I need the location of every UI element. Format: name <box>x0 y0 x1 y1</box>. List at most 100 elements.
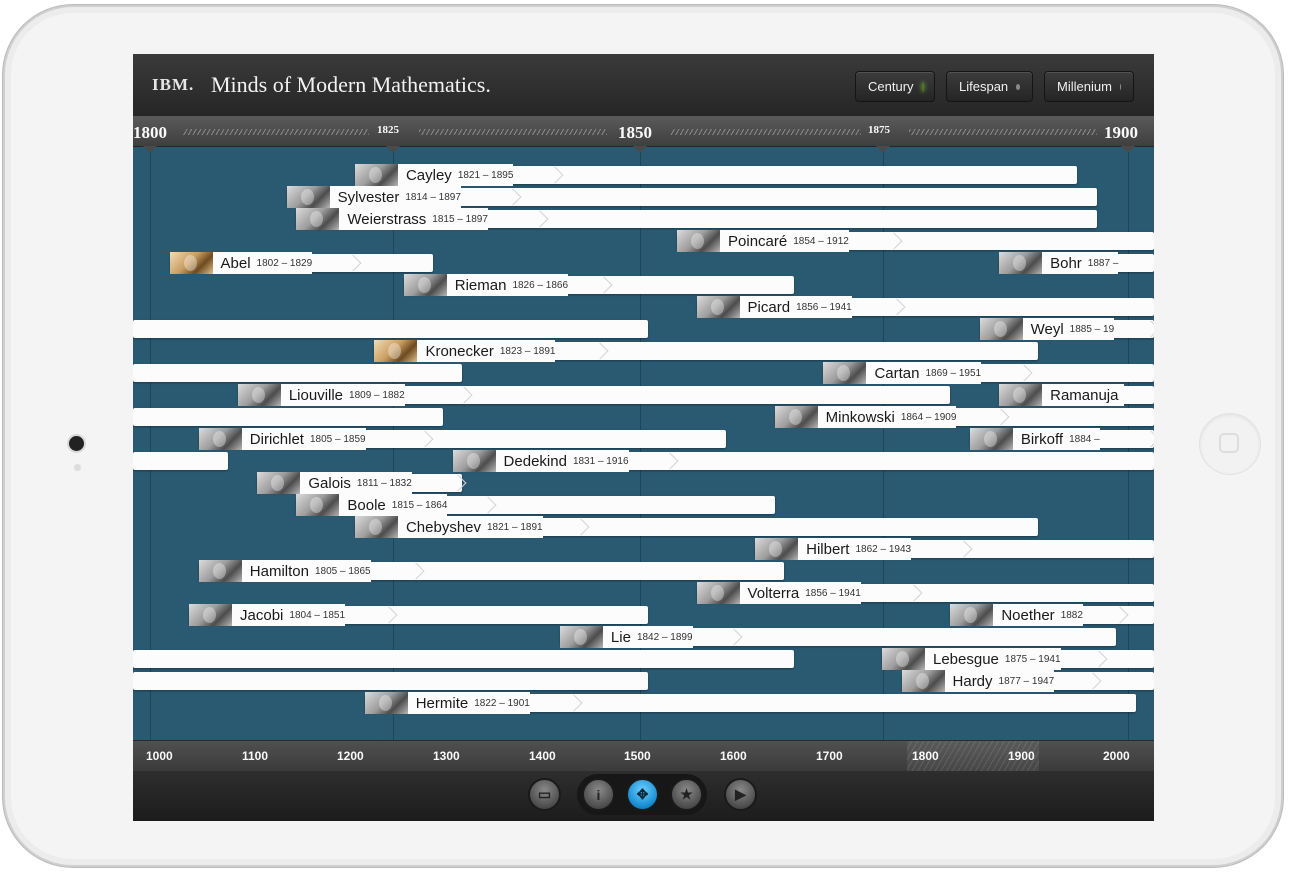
mathematician-label[interactable]: Hilbert 1862 – 1943 <box>755 538 912 560</box>
portrait-face <box>896 651 909 667</box>
millenium-view-label: Millenium <box>1057 79 1112 94</box>
mathematician-years: 1814 – 1897 <box>405 191 461 203</box>
mathematician-label[interactable]: Weierstrass 1815 – 1897 <box>296 208 488 230</box>
mathematician-label[interactable]: Kronecker 1823 – 1891 <box>374 340 556 362</box>
card-icon: ▭ <box>537 786 552 802</box>
portrait-image <box>364 692 408 714</box>
mathematician-name: Birkoff <box>1020 430 1064 448</box>
mathematician-years: 1815 – 1864 <box>391 499 448 511</box>
mathematician-years: 1802 – 1829 <box>256 257 313 269</box>
mathematician-name: Rieman <box>454 276 507 294</box>
mathematician-label[interactable]: Birkoff 1884 – <box>969 428 1100 450</box>
mathematician-label[interactable]: Sylvester 1814 – 1897 <box>286 186 461 208</box>
mathematician-label[interactable]: Rieman 1826 – 1866 <box>403 274 569 296</box>
play-button[interactable]: ▶ <box>724 778 757 811</box>
mathematician-years: 1821 – 1891 <box>487 521 543 533</box>
mathematician-label[interactable]: Cayley 1821 – 1895 <box>354 164 514 186</box>
mathematician-label[interactable]: Hermite 1822 – 1901 <box>364 692 530 714</box>
lifespan-bar[interactable] <box>133 452 229 470</box>
mathematician-years: 1831 – 1916 <box>572 455 629 467</box>
mathematician-label[interactable]: Lebesgue 1875 – 1941 <box>882 648 1061 670</box>
portrait-image <box>950 604 994 626</box>
lifespan-bar[interactable] <box>133 408 443 426</box>
lifespan-bar[interactable] <box>133 364 463 382</box>
mathematician-name: Abel <box>220 254 251 272</box>
portrait-face <box>573 629 587 645</box>
mathematician-name: Hermite <box>415 694 469 712</box>
mathematician-years: 1887 – <box>1087 257 1119 269</box>
portrait-face <box>310 497 324 513</box>
mathematician-label[interactable]: Dedekind 1831 – 1916 <box>452 450 629 472</box>
mathematician-name: Jacobi <box>240 606 284 624</box>
portrait-face <box>788 409 802 425</box>
mathematician-name: Chebyshev <box>405 518 481 536</box>
star-icon: ★ <box>680 786 693 802</box>
home-button[interactable] <box>1199 413 1261 475</box>
ruler-year-1825: 1825 <box>377 124 399 136</box>
mathematician-name: Dirichlet <box>249 430 304 448</box>
mathematician-label[interactable]: Cartan 1869 – 1951 <box>823 362 982 384</box>
mathematician-label[interactable]: Chebyshev 1821 – 1891 <box>354 516 543 538</box>
mathematician-years: 1815 – 1897 <box>432 213 488 225</box>
mathematician-name: Sylvester <box>337 188 400 206</box>
mathematician-label[interactable]: Hamilton 1805 – 1865 <box>198 560 371 582</box>
portrait-image <box>374 340 418 362</box>
mathematician-label[interactable]: Noether 1882 <box>950 604 1083 626</box>
mathematician-years: 1805 – 1859 <box>309 433 366 445</box>
mathematician-label[interactable]: Weyl 1885 – 19 <box>979 318 1115 340</box>
mathematician-label[interactable]: Volterra 1856 – 1941 <box>696 582 861 604</box>
mathematician-years: 1864 – 1909 <box>900 411 957 423</box>
mathematician-label[interactable]: Jacobi 1804 – 1851 <box>189 604 346 626</box>
info-button[interactable]: i <box>582 778 615 811</box>
mathematician-years: 1822 – 1901 <box>474 697 530 709</box>
scrubber-year: 1300 <box>433 749 460 763</box>
millenium-view-button[interactable]: Millenium <box>1044 71 1134 102</box>
mathematician-label[interactable]: Lie 1842 – 1899 <box>559 626 693 648</box>
portrait-face <box>837 365 851 381</box>
century-view-button[interactable]: Century <box>855 71 935 102</box>
lifespan-view-button[interactable]: Lifespan <box>946 71 1033 102</box>
timeline-button[interactable]: ✥ <box>626 778 659 811</box>
mathematician-label[interactable]: Hardy 1877 – 1947 <box>901 670 1055 692</box>
century-view-label: Century <box>868 79 914 94</box>
mathematician-name: Poincaré <box>728 232 788 250</box>
mathematician-years: 1805 – 1865 <box>314 565 371 577</box>
lifespan-bar[interactable] <box>133 672 648 690</box>
ruler-hatch <box>419 129 607 135</box>
scrubber-year: 1700 <box>816 749 843 763</box>
favorites-button[interactable]: ★ <box>670 778 703 811</box>
mathematician-label[interactable]: Bohr 1887 – <box>999 252 1119 274</box>
mathematician-name: Noether <box>1001 606 1055 624</box>
mathematician-years: 1875 – 1941 <box>1004 653 1061 665</box>
portrait-image <box>257 472 301 494</box>
timeline-area[interactable]: Cayley 1821 – 1895 Sylvester 1814 – 1897 Wei… <box>133 146 1154 740</box>
portrait-face <box>466 453 480 469</box>
mathematician-label[interactable]: Boole 1815 – 1864 <box>296 494 448 516</box>
mathematician-name: Hamilton <box>249 562 309 580</box>
ruler-pointer-icon <box>386 146 400 153</box>
mathematician-label[interactable]: Picard 1856 – 1941 <box>696 296 852 318</box>
portrait-image <box>677 230 721 252</box>
mathematician-label[interactable]: Minkowski 1864 – 1909 <box>774 406 957 428</box>
mathematician-name: Boole <box>347 496 386 514</box>
mathematician-label[interactable]: Ramanuja <box>999 384 1125 406</box>
lifespan-bar[interactable] <box>133 650 795 668</box>
portrait-image <box>354 164 398 186</box>
ruler-year-1800: 1800 <box>133 123 167 142</box>
portrait-image <box>169 252 213 274</box>
mathematician-label[interactable]: Poincaré 1854 – 1912 <box>677 230 849 252</box>
portrait-face <box>251 387 265 403</box>
scrubber-year: 1000 <box>146 749 173 763</box>
mathematician-label[interactable]: Dirichlet 1805 – 1859 <box>198 428 366 450</box>
mathematician-years: 1842 – 1899 <box>636 631 693 643</box>
mathematician-years: 1885 – 19 <box>1069 323 1115 335</box>
mathematician-label[interactable]: Liouville 1809 – 1882 <box>237 384 405 406</box>
lifespan-bar[interactable] <box>133 320 648 338</box>
mathematician-label[interactable]: Abel 1802 – 1829 <box>169 252 313 274</box>
card-view-button[interactable]: ▭ <box>528 778 561 811</box>
year-ruler[interactable]: 1800 1825 1850 1875 1900 <box>133 116 1154 147</box>
portrait-face <box>710 299 724 315</box>
millennium-scrubber[interactable]: 1000 1100 1200 1300 1400 1500 1600 1700 … <box>133 740 1154 772</box>
ibm-logo: IBM. <box>152 75 195 94</box>
mathematician-label[interactable]: Galois 1811 – 1832 <box>257 472 412 494</box>
